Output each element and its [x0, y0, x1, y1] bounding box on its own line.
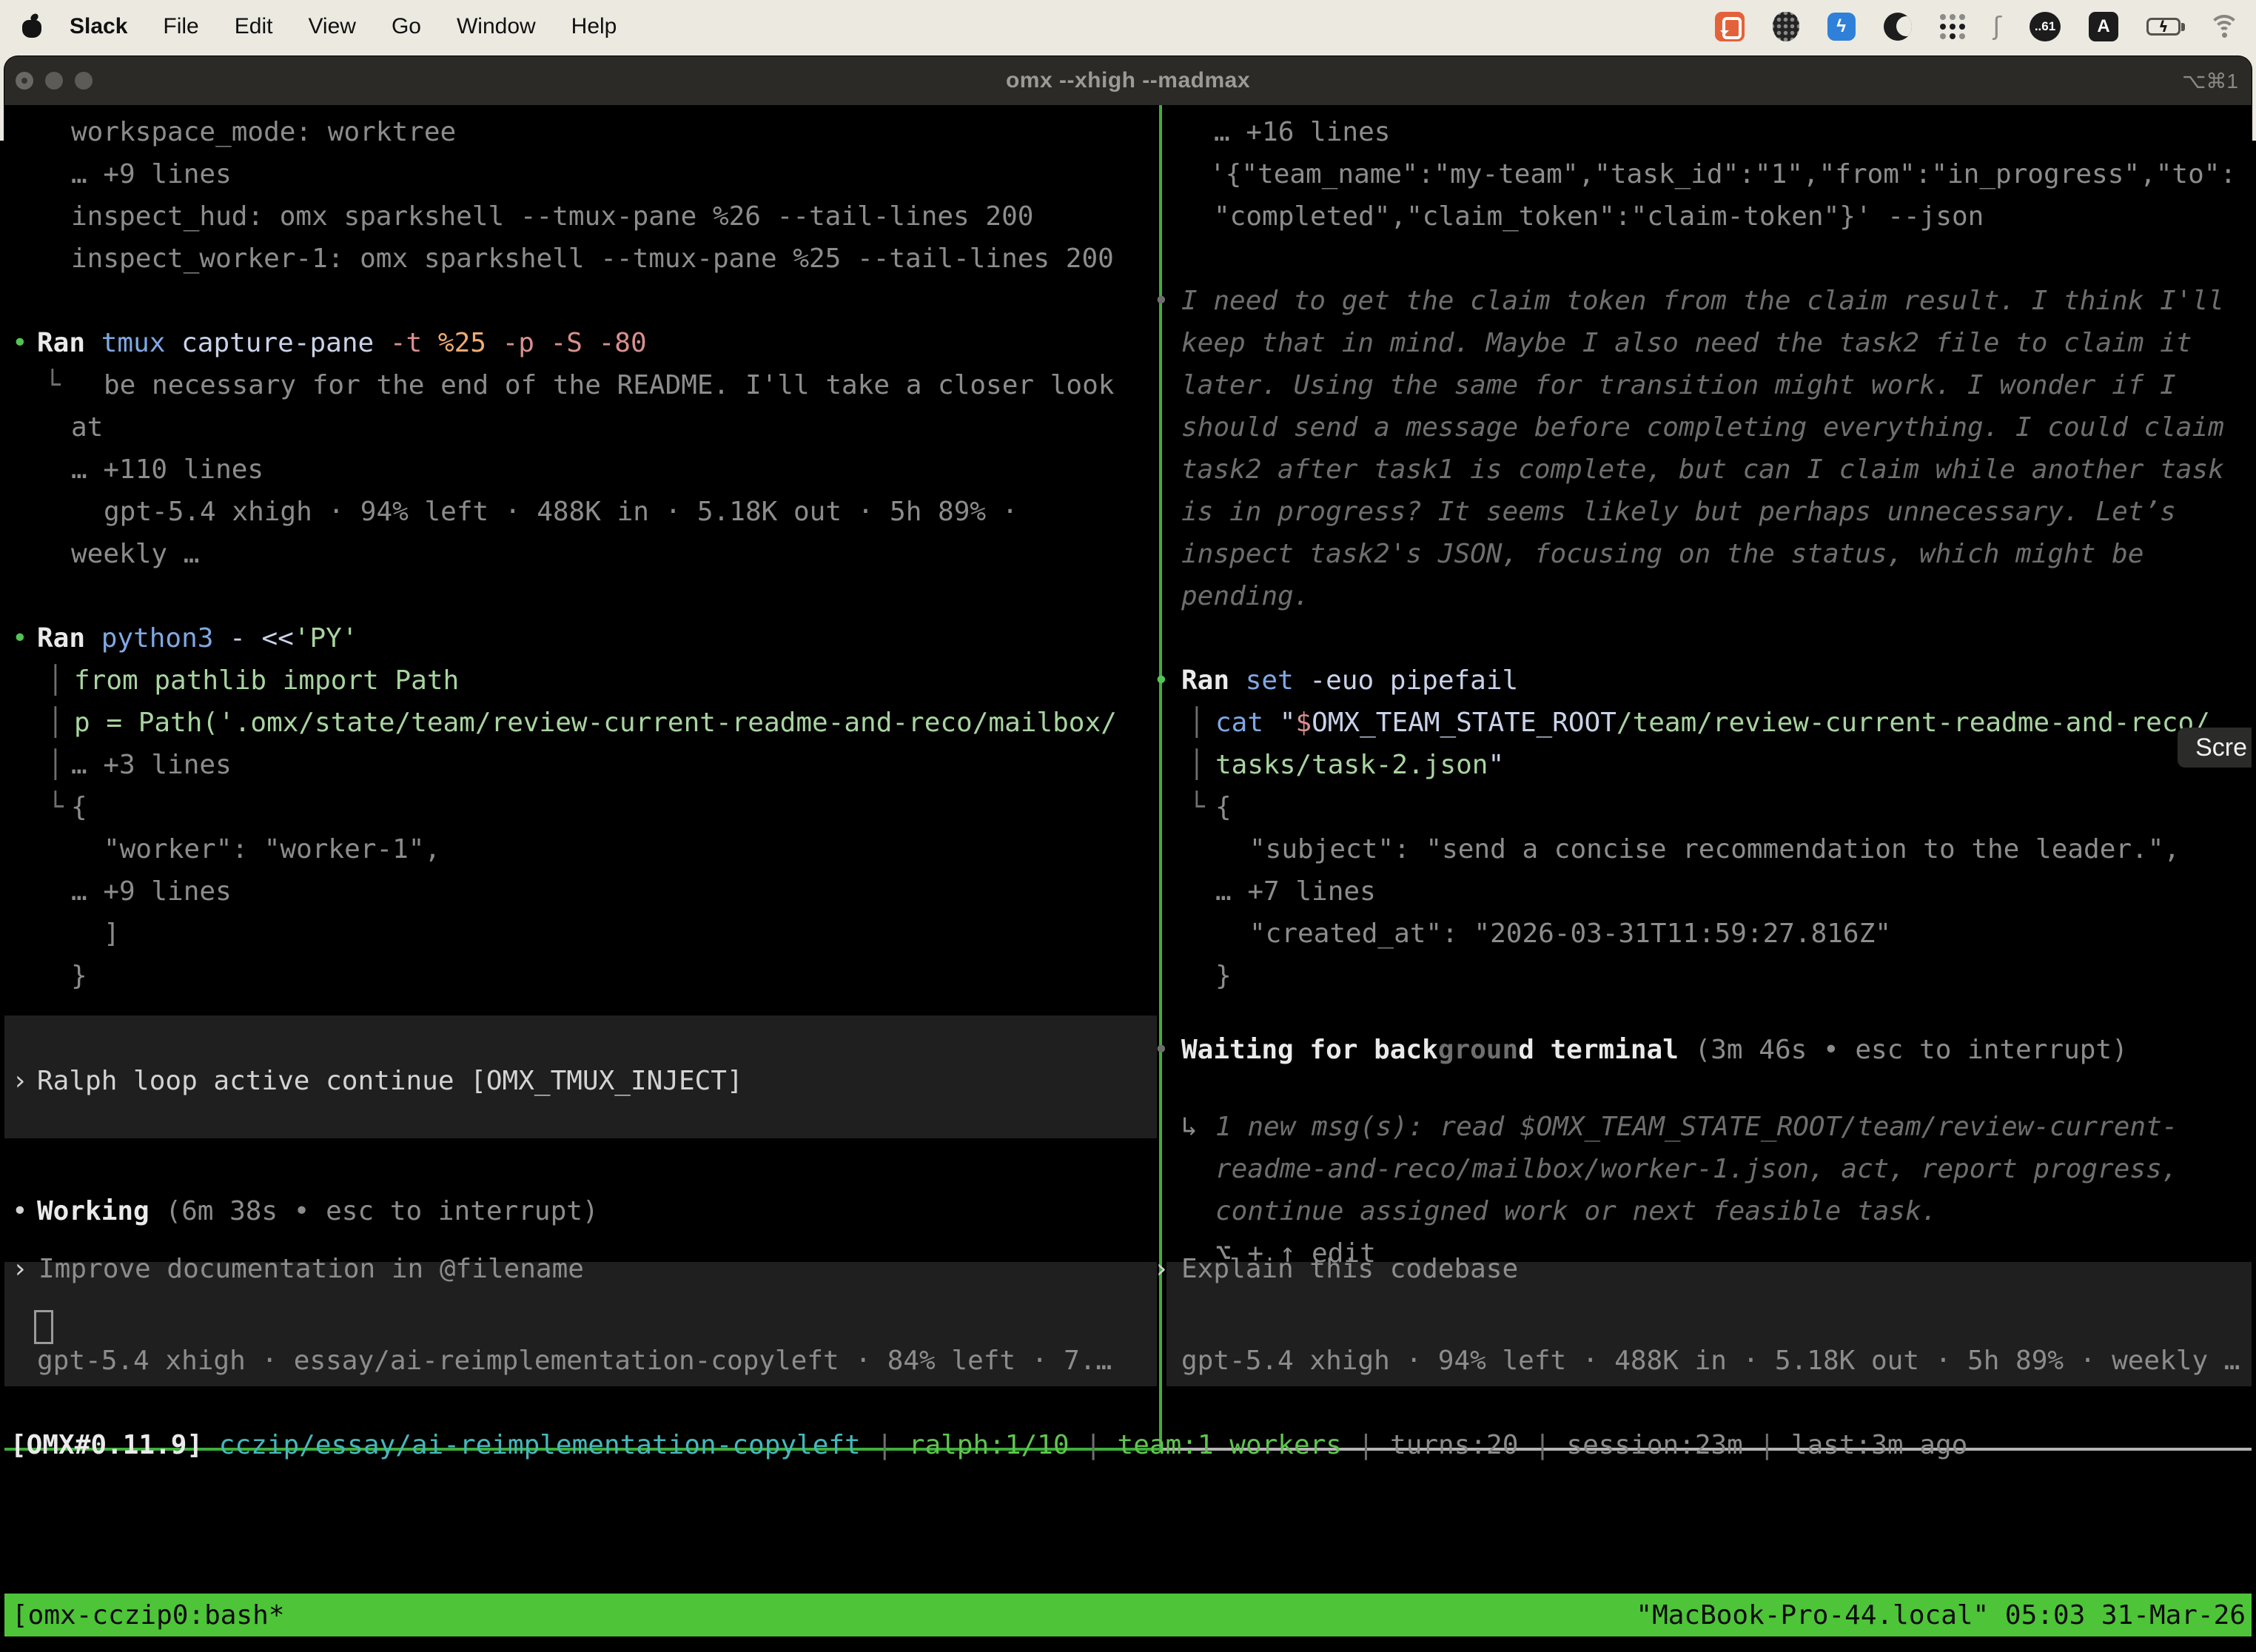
right-session-status: gpt-5.4 xhigh · 94% left · 488K in · 5.1… — [4, 1340, 2252, 1382]
right-waiting-status: •Waiting for background terminal (3m 46s… — [4, 1029, 2252, 1071]
menu-bar-left: SlackFileEditViewGoWindowHelp — [0, 14, 634, 39]
blue-bolt-app-icon[interactable]: ϟ — [1827, 13, 1856, 41]
shield-grid-icon[interactable] — [1773, 12, 1799, 41]
tmux-host-clock: "MacBook-Pro-44.local" 05:03 31-Mar-26 — [1636, 1600, 2246, 1631]
terminal-window: omx --xhigh --madmax ⌥⌘1 workspace_mode:… — [4, 56, 2252, 1645]
chat-app-icon[interactable] — [1715, 12, 1745, 41]
right-input-placeholder: ›Explain this codebase — [4, 1248, 2252, 1290]
terminal-line: •I need to get the claim token from the … — [4, 280, 2252, 322]
terminal-line: •Ran python3 - <<'PY' — [4, 617, 2252, 659]
crescent-app-icon[interactable] — [1884, 13, 1912, 41]
menu-slack[interactable]: Slack — [52, 14, 145, 39]
terminal-line: later. Using the same for transition mig… — [4, 364, 2252, 406]
menu-help[interactable]: Help — [554, 14, 635, 39]
terminal-line: │cat "$OMX_TEAM_STATE_ROOT/team/review-c… — [4, 702, 2252, 744]
terminal-line: task2 after task1 is complete, but can I… — [4, 449, 2252, 491]
battery-charging-icon[interactable]: ϟ — [2146, 18, 2181, 36]
menu-window[interactable]: Window — [439, 14, 554, 39]
terminal-line: '{"team_name":"my-team","task_id":"1","f… — [4, 153, 2252, 195]
menu-bar: SlackFileEditViewGoWindowHelp ϟ ʃ ..61 A… — [0, 0, 2256, 53]
tmux-session-label: [omx-cczip0:bash* — [12, 1600, 284, 1631]
menu-items: SlackFileEditViewGoWindowHelp — [52, 14, 634, 39]
character-a-icon[interactable]: A — [2089, 12, 2118, 41]
dots-grid-icon[interactable] — [1940, 14, 1965, 39]
terminal-line: should send a message before completing … — [4, 406, 2252, 449]
terminal-line: inspect task2's JSON, focusing on the st… — [4, 533, 2252, 575]
terminal-line: pending. — [4, 575, 2252, 617]
menu-view[interactable]: View — [290, 14, 373, 39]
apple-menu-icon[interactable] — [22, 16, 41, 38]
wifi-icon[interactable] — [2209, 15, 2240, 38]
terminal-line: … +7 lines — [4, 870, 2252, 913]
terminal-line: … +16 lines — [4, 111, 2252, 153]
menu-file[interactable]: File — [145, 14, 216, 39]
terminal-line: "created_at": "2026-03-31T11:59:27.816Z" — [4, 913, 2252, 955]
screen-overlay-button[interactable]: Scre — [2178, 728, 2252, 768]
terminal-line: keep that in mind. Maybe I also need the… — [4, 322, 2252, 364]
terminal-line: ↳1 new msg(s): read $OMX_TEAM_STATE_ROOT… — [4, 1106, 2252, 1148]
terminal-content: workspace_mode: worktree… +9 linesinspec… — [4, 56, 2252, 1645]
terminal-line: └{ — [4, 786, 2252, 828]
terminal-line: •Ran set -euo pipefail — [4, 659, 2252, 702]
terminal-line: readme-and-reco/mailbox/worker-1.json, a… — [4, 1148, 2252, 1190]
terminal-line: │tasks/task-2.json" — [4, 744, 2252, 786]
terminal-line: inspect_worker-1: omx sparkshell --tmux-… — [4, 238, 2252, 280]
omx-status-line: [OMX#0.11.9] cczip/essay/ai-reimplementa… — [4, 1424, 2252, 1466]
terminal-line: continue assigned work or next feasible … — [4, 1190, 2252, 1232]
terminal-line: "subject": "send a concise recommendatio… — [4, 828, 2252, 870]
squiggle-icon[interactable]: ʃ — [1993, 12, 2001, 41]
tmux-status-bar: [omx-cczip0:bash* "MacBook-Pro-44.local"… — [4, 1594, 2252, 1636]
menu-bar-status-area: ϟ ʃ ..61 A ϟ — [1715, 12, 2256, 41]
text-cursor — [34, 1310, 53, 1344]
screen-overlay-label: Scre — [2195, 733, 2247, 762]
terminal-line: "completed","claim_token":"claim-token"}… — [4, 195, 2252, 238]
battery-count-icon[interactable]: ..61 — [2030, 12, 2061, 41]
menu-edit[interactable]: Edit — [217, 14, 291, 39]
menu-go[interactable]: Go — [374, 14, 439, 39]
terminal-line: is in progress? It seems likely but perh… — [4, 491, 2252, 533]
terminal-line: } — [4, 955, 2252, 997]
